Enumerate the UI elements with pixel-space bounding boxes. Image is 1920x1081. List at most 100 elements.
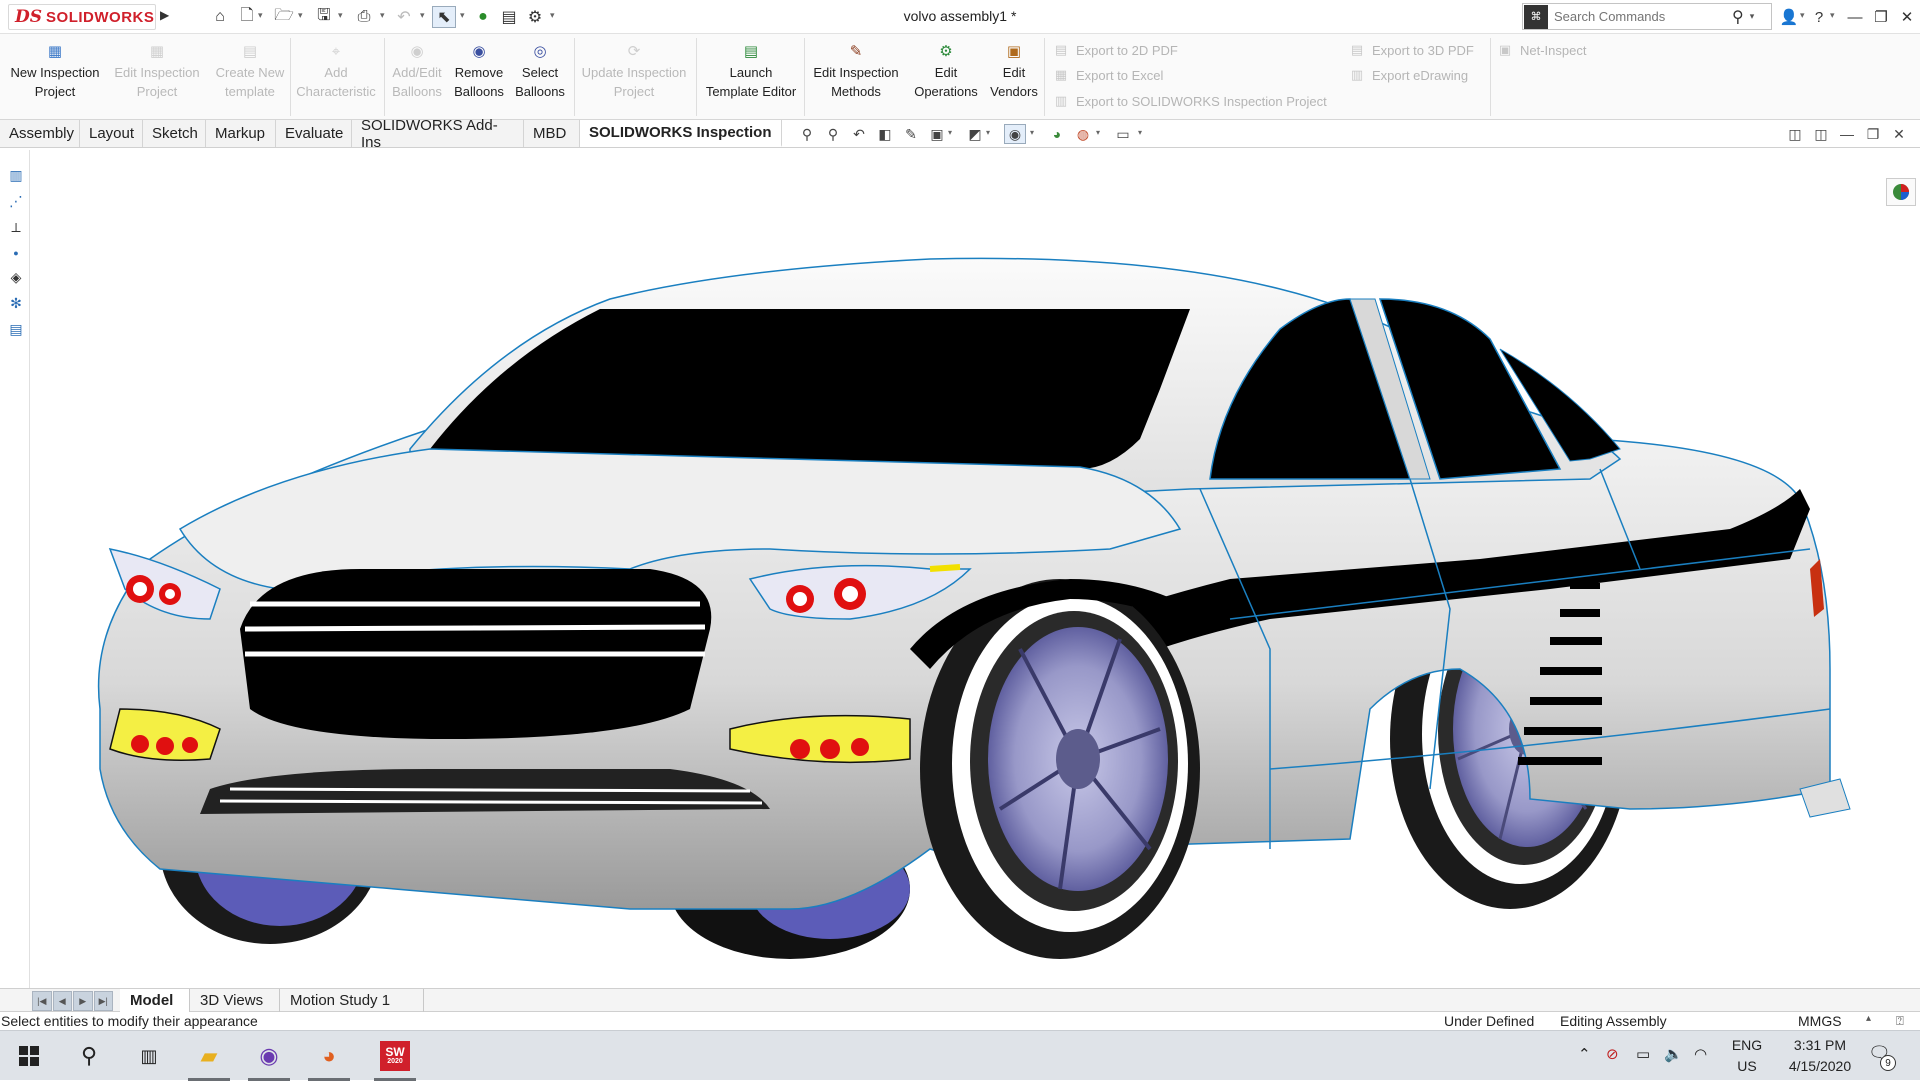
doc-restore-icon[interactable]: ❐ — [1862, 124, 1884, 144]
edit-inspection-project-button[interactable]: ▦ Edit Inspection Project — [108, 40, 206, 116]
tile-right-icon[interactable]: ◫ — [1810, 124, 1832, 144]
open-dropdown-icon[interactable]: ▾ — [298, 10, 303, 21]
unit-system[interactable]: MMGS — [1798, 1013, 1842, 1029]
firefox-icon[interactable]: ◕ — [300, 1031, 358, 1081]
display-pane-toggle[interactable] — [1886, 178, 1916, 206]
display-style-dropdown-icon[interactable]: ▾ — [986, 128, 990, 137]
feature-manager-icon[interactable]: ▥ — [5, 164, 27, 186]
open-folder-icon[interactable]: 🗁 — [272, 6, 296, 28]
taskbar-search-icon[interactable]: ⚲ — [60, 1031, 118, 1081]
view-orientation-icon[interactable]: ▣ — [926, 124, 948, 144]
section-view-icon[interactable]: ◧ — [874, 124, 896, 144]
hide-show-dropdown-icon[interactable]: ▾ — [1030, 128, 1034, 137]
dynamic-annotation-icon[interactable]: ✎ — [900, 124, 922, 144]
solidworks-logo[interactable]: DS SOLIDWORKS — [8, 4, 156, 30]
task-view-icon[interactable]: ▥ — [120, 1031, 178, 1081]
options-dropdown-icon[interactable]: ▾ — [550, 10, 555, 21]
show-hidden-icons-icon[interactable]: ⌃ — [1578, 1045, 1591, 1063]
add-characteristic-button[interactable]: ⌖ Add Characteristic — [292, 40, 380, 116]
user-icon[interactable]: 👤 — [1776, 5, 1802, 29]
menu-expand-icon[interactable]: ▶ — [160, 8, 170, 26]
mate-icon[interactable]: ◈ — [5, 266, 27, 288]
traffic-light-rebuild-icon[interactable]: ● — [472, 6, 494, 28]
edit-operations-button[interactable]: ⚙ Edit Operations — [906, 40, 986, 116]
view-settings-dropdown-icon[interactable]: ▾ — [1138, 128, 1142, 137]
zoom-to-area-icon[interactable]: ⚲ — [822, 124, 844, 144]
scene-dropdown-icon[interactable]: ▾ — [1096, 128, 1100, 137]
hide-show-items-icon[interactable]: ◉ — [1004, 124, 1026, 144]
new-inspection-project-button[interactable]: ▦ New Inspection Project — [4, 40, 106, 116]
file-explorer-icon[interactable]: ▰ — [180, 1031, 238, 1081]
remove-balloons-button[interactable]: ◉ Remove Balloons — [448, 40, 510, 116]
zoom-to-fit-icon[interactable]: ⚲ — [796, 124, 818, 144]
save-dropdown-icon[interactable]: ▾ — [338, 10, 343, 21]
graphics-area[interactable]: Y — [30, 149, 1920, 989]
search-dropdown-icon[interactable]: ▾ — [1750, 11, 1755, 22]
wifi-icon[interactable]: ◠ — [1694, 1045, 1707, 1063]
edit-appearance-icon[interactable]: ◕ — [1046, 124, 1068, 144]
tab-sketch[interactable]: Sketch — [143, 120, 206, 147]
tab-layout[interactable]: Layout — [80, 120, 143, 147]
search-commands-box[interactable]: ⌘ ⚲ ▾ — [1522, 3, 1772, 30]
export-3d-pdf-button[interactable]: ▤ Export to 3D PDF — [1348, 39, 1474, 61]
update-inspection-project-button[interactable]: ⟳ Update Inspection Project — [576, 40, 692, 116]
volume-icon[interactable]: 🔈 — [1664, 1045, 1683, 1063]
unit-system-dropdown-icon[interactable]: ▴ — [1866, 1013, 1871, 1024]
input-language[interactable]: ENG US — [1730, 1035, 1764, 1077]
net-inspect-button[interactable]: ▣ Net-Inspect — [1496, 39, 1587, 61]
export-inspection-project-button[interactable]: ▥ Export to SOLIDWORKS Inspection Project — [1052, 90, 1327, 112]
select-cursor-icon[interactable]: ⬉ — [432, 6, 456, 28]
edit-inspection-methods-button[interactable]: ✎ Edit Inspection Methods — [806, 40, 906, 116]
new-dropdown-icon[interactable]: ▾ — [258, 10, 263, 21]
explode-icon[interactable]: ✻ — [5, 292, 27, 314]
search-input[interactable] — [1548, 9, 1728, 24]
create-new-template-button[interactable]: ▤ Create New template — [208, 40, 292, 116]
tab-model[interactable]: Model — [120, 989, 190, 1012]
previous-view-icon[interactable]: ↶ — [848, 124, 870, 144]
tab-evaluate[interactable]: Evaluate — [276, 120, 352, 147]
tab-markup[interactable]: Markup — [206, 120, 276, 147]
tile-left-icon[interactable]: ◫ — [1784, 124, 1806, 144]
search-icon[interactable]: ⚲ — [1732, 7, 1744, 27]
export-edrawing-button[interactable]: ▥ Export eDrawing — [1348, 64, 1468, 86]
export-excel-button[interactable]: ▦ Export to Excel — [1052, 64, 1164, 86]
system-clock[interactable]: 3:31 PM 4/15/2020 — [1774, 1035, 1866, 1077]
view-settings-icon[interactable]: ▭ — [1112, 124, 1134, 144]
tab-assembly[interactable]: Assembly — [0, 120, 80, 147]
first-tab-icon[interactable]: |◀ — [32, 991, 52, 1011]
display-style-icon[interactable]: ◩ — [964, 124, 986, 144]
windows-start-icon[interactable] — [0, 1031, 58, 1081]
help-dropdown-icon[interactable]: ▾ — [1830, 10, 1835, 21]
network-warning-icon[interactable]: ⊘ — [1606, 1045, 1619, 1063]
battery-icon[interactable]: ▭ — [1636, 1045, 1650, 1063]
add-edit-balloons-button[interactable]: ◉ Add/Edit Balloons — [386, 40, 448, 116]
tab-motion-study-1[interactable]: Motion Study 1 — [280, 989, 424, 1012]
point-icon[interactable]: ● — [5, 242, 27, 264]
save-icon[interactable]: 🖫 — [312, 6, 336, 28]
tab-solidworks-inspection[interactable]: SOLIDWORKS Inspection — [580, 120, 782, 147]
close-icon[interactable]: ✕ — [1894, 5, 1920, 29]
tor-browser-icon[interactable]: ◉ — [240, 1031, 298, 1081]
undo-dropdown-icon[interactable]: ▾ — [420, 10, 425, 21]
undo-icon[interactable]: ↶ — [392, 6, 416, 28]
edit-vendors-button[interactable]: ▣ Edit Vendors — [986, 40, 1042, 116]
assembly-visualization-icon[interactable]: ▤ — [5, 318, 27, 340]
file-properties-icon[interactable]: ▤ — [498, 6, 520, 28]
doc-minimize-icon[interactable]: — — [1836, 124, 1858, 144]
new-document-icon[interactable]: 🗋 — [236, 6, 258, 28]
view-orientation-dropdown-icon[interactable]: ▾ — [948, 128, 952, 137]
reference-geometry-icon[interactable]: ⟂ — [5, 216, 27, 238]
print-dropdown-icon[interactable]: ▾ — [380, 10, 385, 21]
next-tab-icon[interactable]: ▶ — [73, 991, 93, 1011]
print-icon[interactable]: ⎙ — [352, 6, 376, 28]
launch-template-editor-button[interactable]: ▤ Launch Template Editor — [698, 40, 804, 116]
prev-tab-icon[interactable]: ◀ — [52, 991, 72, 1011]
options-gear-icon[interactable]: ⚙ — [524, 6, 546, 28]
export-2d-pdf-button[interactable]: ▤ Export to 2D PDF — [1052, 39, 1178, 61]
last-tab-icon[interactable]: ▶| — [93, 991, 113, 1011]
quick-tips-icon[interactable]: ⍰ — [1896, 1013, 1904, 1029]
select-balloons-button[interactable]: ◎ Select Balloons — [510, 40, 570, 116]
doc-close-icon[interactable]: ✕ — [1888, 124, 1910, 144]
apply-scene-icon[interactable]: ◍ — [1072, 124, 1094, 144]
minimize-icon[interactable]: — — [1842, 5, 1868, 29]
